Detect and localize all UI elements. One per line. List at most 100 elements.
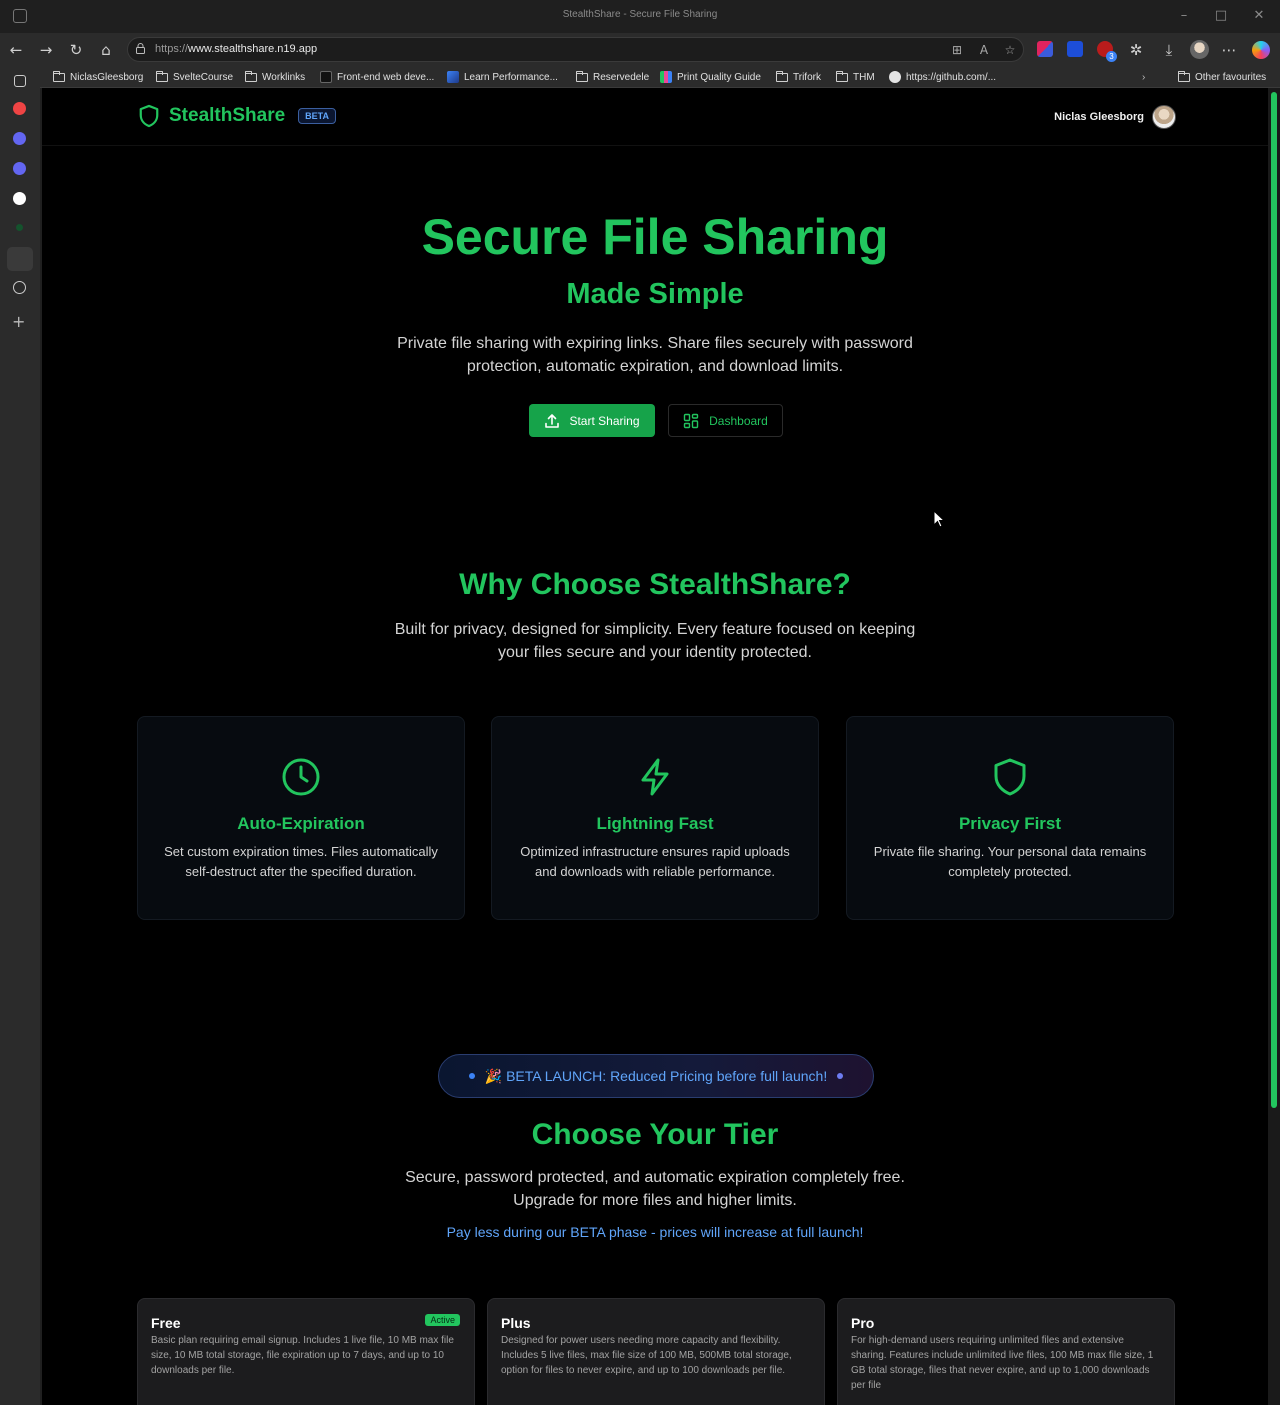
- plan-card-pro[interactable]: Pro For high-demand users requiring unli…: [837, 1298, 1175, 1405]
- page-scrollbar[interactable]: [1268, 88, 1280, 1405]
- browser-sidebar: +: [0, 66, 40, 1405]
- read-aloud-icon[interactable]: A: [977, 43, 991, 57]
- bitwarden-icon[interactable]: [1067, 41, 1083, 57]
- user-menu[interactable]: Niclas Gleesborg: [1054, 105, 1176, 129]
- extensions-puzzle-icon[interactable]: ✲: [1126, 40, 1146, 60]
- user-name: Niclas Gleesborg: [1054, 111, 1144, 123]
- folder-icon: [1178, 70, 1190, 82]
- copilot-icon[interactable]: [1252, 41, 1270, 59]
- tier-description: Secure, password protected, and automati…: [405, 1169, 905, 1209]
- beta-badge: BETA: [298, 108, 336, 124]
- window-title: StealthShare - Secure File Sharing: [562, 9, 718, 20]
- minimize-icon[interactable]: –: [1176, 8, 1192, 24]
- why-title: Why Choose StealthShare?: [459, 568, 851, 601]
- back-icon[interactable]: ←: [6, 40, 26, 60]
- tabs-panel-icon[interactable]: [14, 75, 26, 87]
- hero-title: Secure File Sharing: [421, 209, 889, 265]
- folder-icon: [836, 70, 848, 82]
- sidebar-app-icon[interactable]: [13, 102, 26, 115]
- feature-description: Set custom expiration times. Files autom…: [164, 844, 438, 879]
- hero-subtitle: Made Simple: [566, 278, 744, 310]
- favorite-star-icon[interactable]: ☆: [1003, 43, 1017, 57]
- upload-icon: [545, 413, 560, 428]
- feature-title: Lightning Fast: [596, 814, 714, 833]
- why-description: Built for privacy, designed for simplici…: [394, 621, 916, 661]
- app-available-icon[interactable]: ⊞: [950, 43, 964, 57]
- dashboard-button[interactable]: Dashboard: [668, 404, 783, 437]
- plan-name: Free: [151, 1315, 181, 1331]
- extension-icon[interactable]: [1037, 41, 1053, 57]
- forward-icon[interactable]: →: [36, 40, 56, 60]
- mouse-cursor-icon: [933, 510, 946, 528]
- reload-icon[interactable]: ↻: [66, 40, 86, 60]
- bookmark-link[interactable]: Print Quality Guide: [660, 70, 761, 84]
- sidebar-app-icon[interactable]: [16, 224, 23, 231]
- plan-card-free[interactable]: Free Active Basic plan requiring email s…: [137, 1298, 475, 1405]
- home-icon[interactable]: ⌂: [96, 40, 116, 60]
- feature-description: Private file sharing. Your personal data…: [873, 844, 1147, 879]
- feature-description: Optimized infrastructure ensures rapid u…: [520, 844, 790, 879]
- folder-icon: [576, 70, 588, 82]
- address-bar[interactable]: https://www.stealthshare.n19.app ⊞ A ☆: [127, 37, 1024, 62]
- bookmark-folder[interactable]: SvelteCourse: [156, 70, 233, 84]
- bookmark-folder[interactable]: NiclasGleesborg: [53, 70, 143, 84]
- dashboard-label: Dashboard: [709, 413, 768, 428]
- folder-icon: [245, 70, 257, 82]
- feature-title: Privacy First: [958, 814, 1062, 833]
- other-favourites-folder[interactable]: Other favourites: [1178, 70, 1266, 84]
- browser-titlebar: StealthShare - Secure File Sharing – □ ✕: [0, 0, 1280, 33]
- plan-card-plus[interactable]: Plus Designed for power users needing mo…: [487, 1298, 825, 1405]
- lightning-icon: [641, 758, 669, 796]
- start-sharing-button[interactable]: Start Sharing: [529, 404, 655, 437]
- web-page: StealthShare BETA Niclas Gleesborg Secur…: [42, 88, 1268, 1405]
- hero-description: Private file sharing with expiring links…: [397, 335, 913, 375]
- shield-icon: [994, 758, 1026, 796]
- more-options-icon[interactable]: ⋯: [1219, 40, 1239, 60]
- bookmark-link[interactable]: https://github.com/...: [889, 70, 996, 84]
- plan-description: Basic plan requiring email signup. Inclu…: [151, 1335, 454, 1376]
- tier-beta-note: Pay less during our BETA phase - prices …: [446, 1224, 864, 1240]
- maximize-icon[interactable]: □: [1213, 8, 1229, 24]
- folder-icon: [776, 70, 788, 82]
- bookmarks-bar: NiclasGleesborg SvelteCourse Worklinks F…: [0, 66, 1280, 88]
- bookmark-folder[interactable]: Worklinks: [245, 70, 305, 84]
- downloads-icon[interactable]: ⤓: [1159, 40, 1179, 60]
- site-header: StealthShare BETA Niclas Gleesborg: [42, 88, 1268, 146]
- dashboard-grid-icon: [683, 413, 699, 428]
- profile-avatar-icon[interactable]: [1190, 40, 1209, 59]
- brand[interactable]: StealthShare BETA: [138, 104, 336, 128]
- folder-icon: [53, 70, 65, 82]
- plan-description: Designed for power users needing more ca…: [501, 1335, 792, 1376]
- shield-logo-icon: [139, 104, 159, 128]
- print-guide-favicon-icon: [660, 71, 672, 83]
- bookmark-folder[interactable]: THM: [836, 70, 875, 84]
- sidebar-app-active[interactable]: [7, 247, 33, 271]
- plan-description: For high-demand users requiring unlimite…: [851, 1335, 1154, 1391]
- bookmark-link[interactable]: Front-end web deve...: [320, 70, 434, 84]
- bookmark-folder[interactable]: Reservedele: [576, 70, 649, 84]
- beta-launch-text: 🎉 BETA LAUNCH: Reduced Pricing before fu…: [484, 1067, 828, 1084]
- extension-badge: 3: [1106, 51, 1117, 62]
- clock-icon: [282, 758, 320, 796]
- beta-launch-banner: 🎉 BETA LAUNCH: Reduced Pricing before fu…: [438, 1054, 874, 1098]
- scrollbar-thumb[interactable]: [1271, 92, 1277, 1108]
- start-sharing-label: Start Sharing: [569, 413, 640, 428]
- globe-icon[interactable]: [13, 281, 26, 294]
- brand-name: StealthShare: [169, 105, 286, 126]
- bookmark-folder[interactable]: Trifork: [776, 70, 821, 84]
- sidebar-app-icon[interactable]: [13, 192, 26, 205]
- feature-card: Privacy First Private file sharing. Your…: [846, 716, 1174, 920]
- bookmark-link[interactable]: Learn Performance...: [447, 70, 558, 84]
- add-sidebar-app-icon[interactable]: +: [12, 312, 25, 331]
- sidebar-app-icon[interactable]: [13, 132, 26, 145]
- sidebar-app-icon[interactable]: [13, 162, 26, 175]
- tier-title: Choose Your Tier: [531, 1118, 779, 1151]
- mdn-favicon-icon: [320, 71, 332, 83]
- feature-title: Auto-Expiration: [237, 814, 365, 833]
- close-window-icon[interactable]: ✕: [1251, 8, 1267, 24]
- performance-favicon-icon: [447, 71, 459, 83]
- url-text: https://www.stealthshare.n19.app: [155, 43, 318, 55]
- more-bookmarks-chevron-icon[interactable]: ›: [1142, 70, 1145, 84]
- avatar: [1152, 105, 1176, 129]
- github-icon: [889, 71, 901, 83]
